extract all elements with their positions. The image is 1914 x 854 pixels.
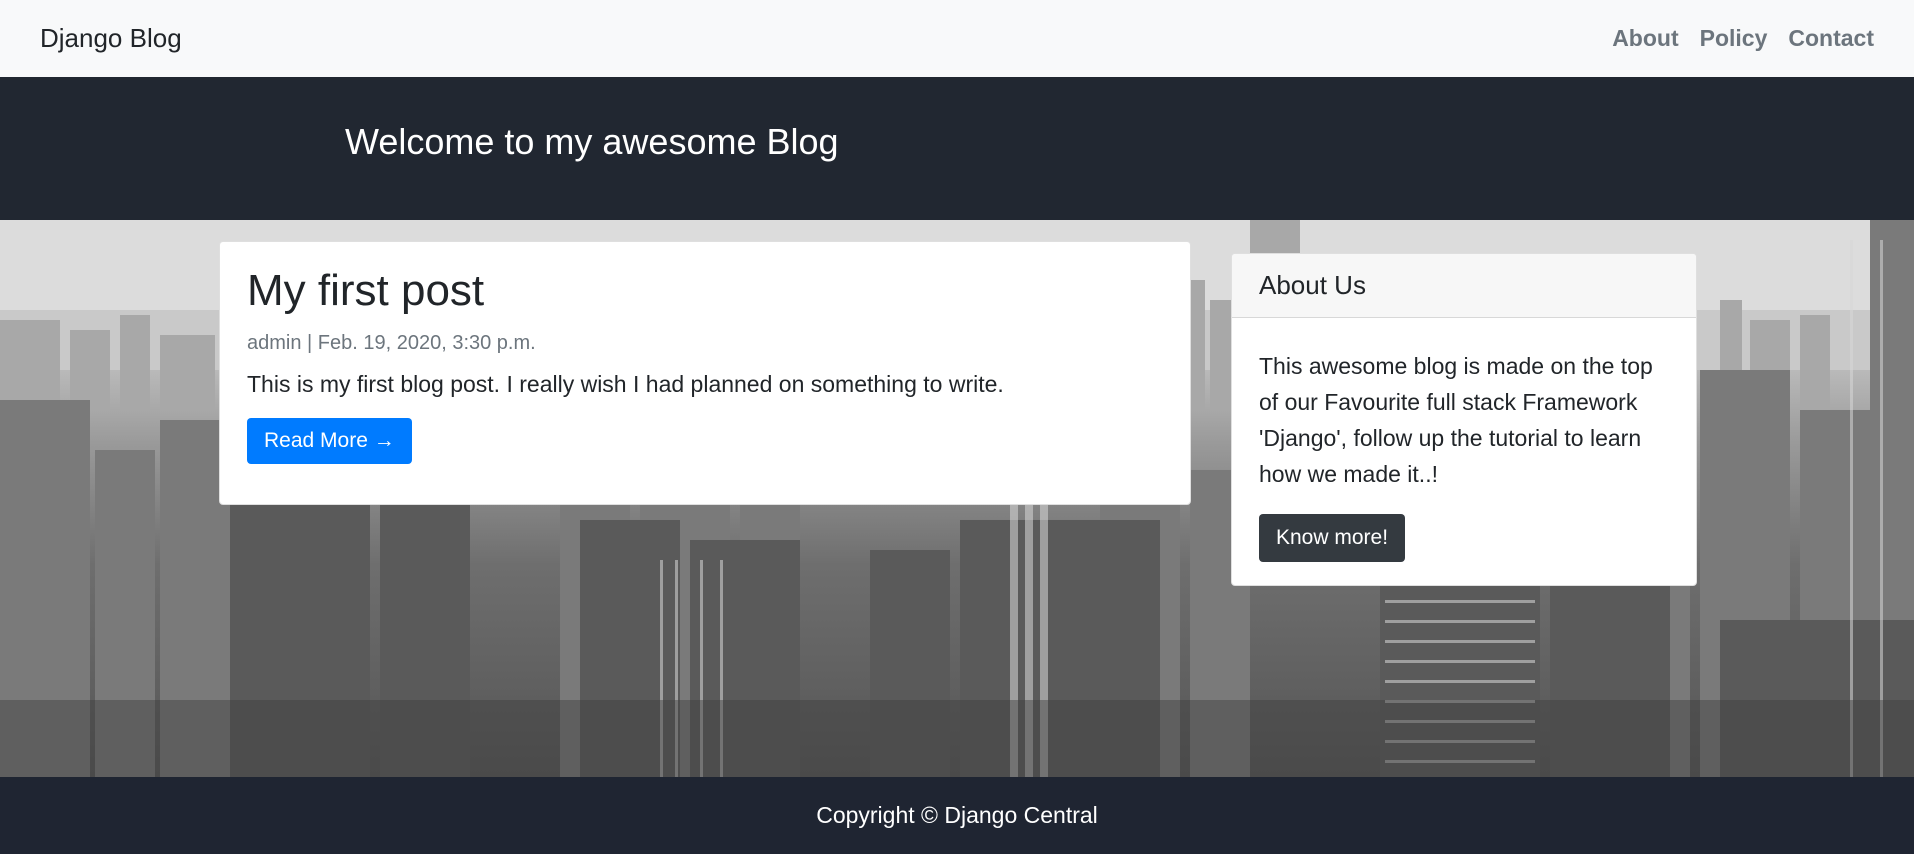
nav-link-contact[interactable]: Contact — [1788, 25, 1874, 52]
about-card: About Us This awesome blog is made on th… — [1231, 253, 1697, 586]
post-excerpt: This is my first blog post. I really wis… — [247, 370, 1004, 397]
footer: Copyright © Django Central — [0, 777, 1914, 854]
nav-links: About Policy Contact — [1612, 25, 1874, 52]
know-more-button[interactable]: Know more! — [1259, 514, 1406, 562]
navbar: Django Blog About Policy Contact — [0, 0, 1914, 77]
about-header: About Us — [1232, 254, 1696, 318]
masthead-title: Welcome to my awesome Blog — [345, 121, 839, 162]
read-more-button[interactable]: Read More → — [247, 417, 412, 464]
brand-link[interactable]: Django Blog — [40, 23, 182, 54]
post-meta: admin | Feb. 19, 2020, 3:30 p.m. — [247, 331, 536, 354]
about-body: This awesome blog is made on the top of … — [1232, 318, 1696, 585]
about-text: This awesome blog is made on the top of … — [1259, 353, 1653, 487]
footer-copyright: Copyright © Django Central — [816, 802, 1098, 828]
nav-link-policy[interactable]: Policy — [1700, 25, 1768, 52]
nav-link-about[interactable]: About — [1612, 25, 1678, 52]
post-card: My first post admin | Feb. 19, 2020, 3:3… — [219, 241, 1191, 505]
post-title[interactable]: My first post — [247, 266, 1163, 317]
masthead: Welcome to my awesome Blog — [0, 77, 1914, 220]
